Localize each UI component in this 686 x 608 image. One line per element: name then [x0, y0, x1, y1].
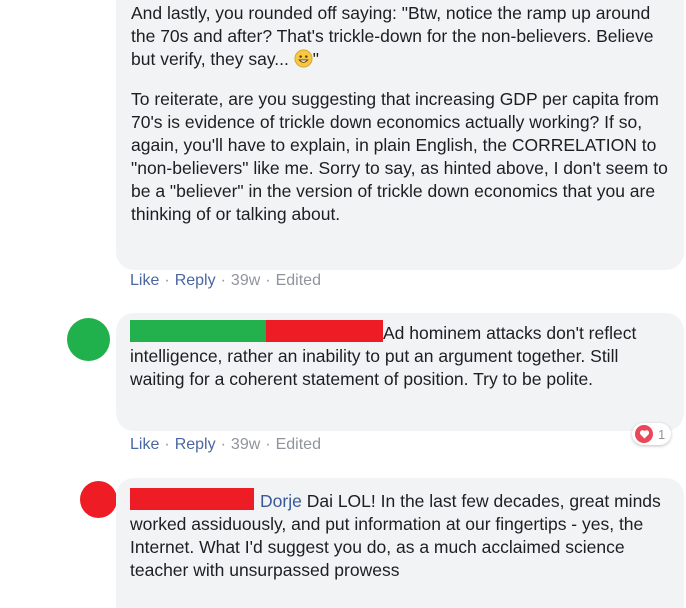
grin-emoji-icon	[294, 49, 313, 74]
like-link[interactable]: Like	[130, 272, 159, 289]
reaction-count[interactable]: 1	[632, 423, 672, 445]
reply-link[interactable]: Reply	[175, 272, 216, 289]
comment-paragraph: To reiterate, are you suggesting that in…	[131, 88, 670, 226]
heart-icon	[635, 425, 653, 443]
separator: ·	[164, 436, 170, 453]
mention-link[interactable]: Dorje	[260, 491, 302, 511]
separator: ·	[265, 272, 271, 289]
comment-actions-2: Like · Reply · 39w · Edited	[130, 436, 321, 454]
comment-bubble-1: And lastly, you rounded off saying: "Btw…	[116, 0, 684, 270]
separator: ·	[220, 436, 226, 453]
comment-text-end: "	[312, 49, 319, 69]
timestamp[interactable]: 39w	[231, 436, 260, 453]
redacted-name-green	[130, 320, 266, 342]
edited-label[interactable]: Edited	[276, 272, 321, 289]
comment-text: To reiterate, are you suggesting that in…	[131, 89, 668, 224]
comment-body-2: Ad hominem attacks don't reflect intelli…	[130, 320, 670, 391]
separator: ·	[265, 436, 271, 453]
redacted-name-red	[266, 320, 383, 342]
comment-bubble-3: Dorje Dai LOL! In the last few decades, …	[116, 478, 684, 608]
avatar[interactable]	[80, 481, 117, 518]
separator: ·	[220, 272, 226, 289]
reaction-number: 1	[658, 426, 666, 442]
timestamp[interactable]: 39w	[231, 272, 260, 289]
comment-body-3: Dorje Dai LOL! In the last few decades, …	[130, 488, 670, 582]
like-link[interactable]: Like	[130, 436, 159, 453]
comment-bubble-2: Ad hominem attacks don't reflect intelli…	[116, 313, 684, 431]
comment-paragraph: And lastly, you rounded off saying: "Btw…	[131, 2, 670, 74]
edited-label[interactable]: Edited	[276, 436, 321, 453]
comment-text: And lastly, you rounded off saying: "Btw…	[131, 3, 654, 69]
avatar[interactable]	[67, 318, 110, 361]
reply-link[interactable]: Reply	[175, 436, 216, 453]
comment-actions-1: Like · Reply · 39w · Edited	[130, 272, 321, 290]
separator: ·	[164, 272, 170, 289]
redacted-name-red	[130, 488, 254, 510]
comment-body-1: And lastly, you rounded off saying: "Btw…	[131, 2, 670, 226]
